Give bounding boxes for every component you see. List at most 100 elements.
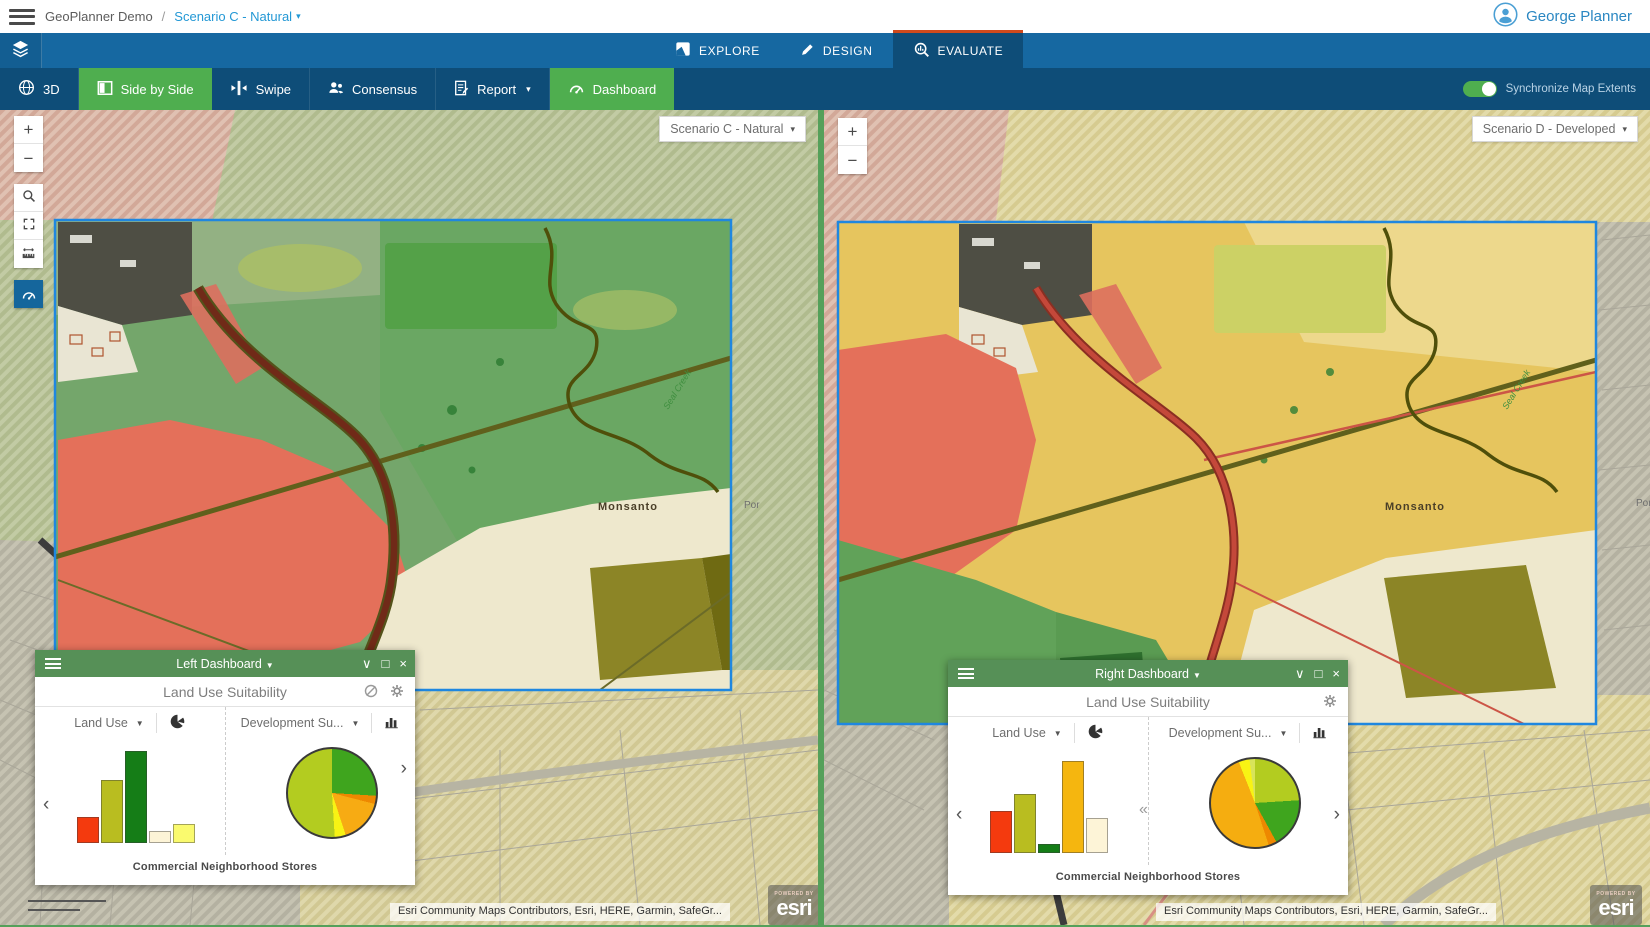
indicator-selector[interactable]: Development Su... xyxy=(1169,726,1272,740)
pencil-icon xyxy=(800,42,815,60)
sync-extents-control: Synchronize Map Extents xyxy=(1463,68,1636,110)
close-icon[interactable]: × xyxy=(1332,666,1340,681)
gear-icon[interactable] xyxy=(1322,693,1338,712)
right-map[interactable]: Monsanto Seal Creek Por + − Scenario D -… xyxy=(824,110,1650,925)
right-dashboard-header: Right Dashboard▼ ∨ □ × xyxy=(948,660,1348,687)
prev-chart-arrow[interactable]: ‹ xyxy=(956,805,962,824)
collapse-icon[interactable]: ∨ xyxy=(362,656,372,672)
pie-chart-toggle-icon[interactable] xyxy=(1087,723,1104,743)
sync-extents-label: Synchronize Map Extents xyxy=(1506,83,1636,95)
dashboard-title-dropdown[interactable]: Right Dashboard▼ xyxy=(948,667,1348,681)
layers-button[interactable] xyxy=(0,33,42,68)
indicator-selector[interactable]: Development Su... xyxy=(241,716,344,730)
chevron-down-icon: ▼ xyxy=(1279,729,1287,738)
zoom-in-button[interactable]: + xyxy=(838,118,867,146)
chevron-down-icon: ▼ xyxy=(351,719,359,728)
widget-title: Land Use Suitability xyxy=(1086,694,1210,710)
user-name: George Planner xyxy=(1526,8,1632,25)
scale-bar xyxy=(28,900,106,911)
widget-title-bar: Land Use Suitability xyxy=(35,677,415,707)
charts-row: Land Use ▼ Development Su... ▼ xyxy=(948,717,1348,865)
chevron-down-icon: ▾ xyxy=(790,124,795,135)
side-by-side-button[interactable]: Side by Side xyxy=(79,68,212,110)
bar-chart-toggle-icon[interactable] xyxy=(1312,724,1328,743)
measure-button[interactable] xyxy=(14,240,43,268)
maximize-icon[interactable]: □ xyxy=(1315,666,1323,681)
user-menu[interactable]: George Planner xyxy=(1493,0,1632,33)
zoom-controls: + − xyxy=(838,118,867,174)
land-use-bar-chart xyxy=(990,761,1108,853)
gear-icon[interactable] xyxy=(389,683,405,702)
button-label: Report xyxy=(477,82,516,97)
extent-expand-button[interactable] xyxy=(14,212,43,240)
chevron-down-icon: ▼ xyxy=(266,661,274,670)
sync-extents-toggle[interactable] xyxy=(1463,81,1497,97)
prev-chart-arrow[interactable]: ‹ xyxy=(43,795,49,814)
tab-label: EXPLORE xyxy=(699,44,760,58)
collapse-panels-icon[interactable]: « xyxy=(1139,801,1148,819)
tab-design[interactable]: DESIGN xyxy=(780,33,893,68)
tab-evaluate[interactable]: EVALUATE xyxy=(893,30,1024,69)
next-chart-arrow[interactable]: › xyxy=(1334,805,1340,824)
breadcrumb-scenario-dropdown[interactable]: Scenario C - Natural xyxy=(174,9,292,24)
dashboard-toggle-button[interactable] xyxy=(14,280,43,308)
map-tools xyxy=(14,184,43,268)
next-chart-arrow[interactable]: › xyxy=(401,759,407,778)
collapse-icon[interactable]: ∨ xyxy=(1295,666,1305,682)
land-use-bar-chart xyxy=(77,751,195,843)
tab-explore[interactable]: EXPLORE xyxy=(655,33,780,68)
indicator-selector[interactable]: Land Use xyxy=(74,716,128,730)
edge-place-label: Por xyxy=(744,500,760,511)
close-icon[interactable]: × xyxy=(399,656,407,671)
button-label: Dashboard xyxy=(593,82,657,97)
map-icon xyxy=(675,41,691,60)
bar-chart-toggle-icon[interactable] xyxy=(384,714,400,733)
geoplanner-app: GeoPlanner Demo / Scenario C - Natural ▾… xyxy=(0,0,1650,927)
left-map[interactable]: Monsanto Seal Creek Por + − Scenario C -… xyxy=(0,110,818,925)
map-attribution: Esri Community Maps Contributors, Esri, … xyxy=(1156,903,1496,921)
indicator-selector[interactable]: Land Use xyxy=(992,726,1046,740)
3d-button[interactable]: 3D xyxy=(0,68,79,110)
breadcrumb-separator: / xyxy=(162,9,166,24)
bar-chart-panel: Land Use ▼ xyxy=(35,707,225,855)
tab-label: DESIGN xyxy=(823,44,873,58)
zoom-out-button[interactable]: − xyxy=(14,144,43,172)
left-dashboard: Left Dashboard▼ ∨ □ × Land Use Suitabili… xyxy=(35,650,415,885)
chart-caption: Commercial Neighborhood Stores xyxy=(948,865,1348,895)
main-nav-bar: EXPLORE DESIGN EVALUATE xyxy=(0,33,1650,68)
evaluate-toolbar: 3D Side by Side Swipe Consensus Report ▾… xyxy=(0,68,1650,110)
zoom-out-button[interactable]: − xyxy=(838,146,867,174)
zoom-controls: + − xyxy=(14,116,43,172)
development-suitability-pie-chart xyxy=(286,747,378,839)
side-by-side-icon xyxy=(97,80,113,99)
dashboard-title-dropdown[interactable]: Left Dashboard▼ xyxy=(35,657,415,671)
report-document-icon xyxy=(454,80,469,99)
mode-tabs: EXPLORE DESIGN EVALUATE xyxy=(655,33,1023,68)
zoom-in-button[interactable]: + xyxy=(14,116,43,144)
search-button[interactable] xyxy=(14,184,43,212)
layers-icon xyxy=(11,39,30,63)
maximize-icon[interactable]: □ xyxy=(382,656,390,671)
dashboard-button[interactable]: Dashboard xyxy=(550,68,675,110)
development-suitability-pie-chart xyxy=(1209,757,1301,849)
top-bar: GeoPlanner Demo / Scenario C - Natural ▾… xyxy=(0,0,1650,33)
swipe-button[interactable]: Swipe xyxy=(212,68,310,110)
pie-chart-toggle-icon[interactable] xyxy=(169,713,186,733)
consensus-button[interactable]: Consensus xyxy=(310,68,436,110)
button-label: Side by Side xyxy=(121,82,194,97)
swipe-icon xyxy=(230,80,248,99)
hamburger-menu-icon[interactable] xyxy=(9,9,35,25)
chevron-down-icon: ▼ xyxy=(1054,729,1062,738)
visibility-off-icon[interactable] xyxy=(363,683,379,702)
left-scenario-selector[interactable]: Scenario C - Natural ▾ xyxy=(659,116,806,142)
left-dashboard-header: Left Dashboard▼ ∨ □ × xyxy=(35,650,415,677)
scenario-label: Scenario C - Natural xyxy=(670,122,783,136)
report-button[interactable]: Report ▾ xyxy=(436,68,550,110)
app-title: GeoPlanner Demo xyxy=(45,9,153,24)
esri-logo: POWERED BY esri xyxy=(1590,885,1642,925)
bar-chart-panel: Land Use ▼ xyxy=(948,717,1148,865)
left-map-suitability-overlay: Monsanto Seal Creek xyxy=(55,220,731,690)
right-scenario-selector[interactable]: Scenario D - Developed ▾ xyxy=(1472,116,1638,142)
esri-wordmark: esri xyxy=(1598,897,1633,919)
widget-title: Land Use Suitability xyxy=(163,684,287,700)
